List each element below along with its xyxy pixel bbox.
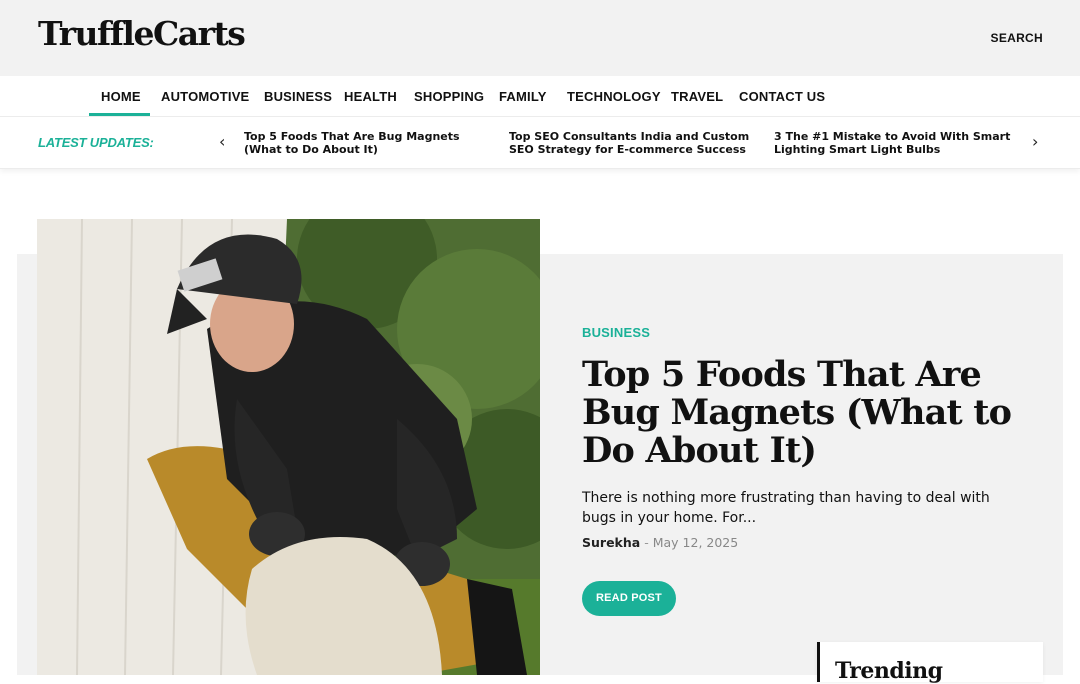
nav-item-travel[interactable]: TRAVEL	[671, 89, 723, 104]
nav-item-shopping[interactable]: SHOPPING	[414, 89, 484, 104]
nav-item-family[interactable]: FAMILY	[499, 89, 547, 104]
trending-widget: Trending	[817, 642, 1043, 684]
site-header: TruffleCarts SEARCH	[0, 0, 1080, 76]
post-date: May 12, 2025	[652, 535, 739, 550]
ticker-item[interactable]: Top 5 Foods That Are Bug Magnets (What t…	[244, 130, 489, 156]
nav-item-home[interactable]: HOME	[101, 89, 141, 104]
chevron-left-icon[interactable]: ‹	[219, 132, 225, 151]
search-button[interactable]: SEARCH	[991, 31, 1043, 45]
read-post-button[interactable]: READ POST	[582, 581, 676, 616]
post-title[interactable]: Top 5 Foods That Are Bug Magnets (What t…	[582, 356, 1032, 470]
ticker-label: LATEST UPDATES:	[38, 135, 154, 150]
nav-item-technology[interactable]: TECHNOLOGY	[567, 89, 661, 104]
post-author[interactable]: Surekha	[582, 535, 640, 550]
nav-item-business[interactable]: BUSINESS	[264, 89, 332, 104]
trending-title: Trending	[835, 658, 943, 684]
chevron-right-icon[interactable]: ›	[1032, 132, 1038, 151]
meta-separator: -	[644, 535, 649, 550]
post-excerpt: There is nothing more frustrating than h…	[582, 490, 990, 526]
ticker-item[interactable]: 3 The #1 Mistake to Avoid With Smart Lig…	[774, 130, 1019, 156]
post-category[interactable]: BUSINESS	[582, 325, 650, 340]
latest-updates-ticker: LATEST UPDATES: ‹ Top 5 Foods That Are B…	[0, 117, 1080, 169]
post-meta: Surekha - May 12, 2025	[582, 535, 738, 550]
nav-item-health[interactable]: HEALTH	[344, 89, 397, 104]
site-logo[interactable]: TruffleCarts	[38, 14, 246, 53]
nav-item-contact-us[interactable]: CONTACT US	[739, 89, 825, 104]
main-nav: HOME AUTOMOTIVE BUSINESS HEALTH SHOPPING…	[0, 76, 1080, 117]
ticker-item[interactable]: Top SEO Consultants India and Custom SEO…	[509, 130, 754, 156]
featured-post-image[interactable]	[37, 219, 540, 675]
nav-item-automotive[interactable]: AUTOMOTIVE	[161, 89, 249, 104]
active-nav-indicator	[89, 113, 150, 116]
